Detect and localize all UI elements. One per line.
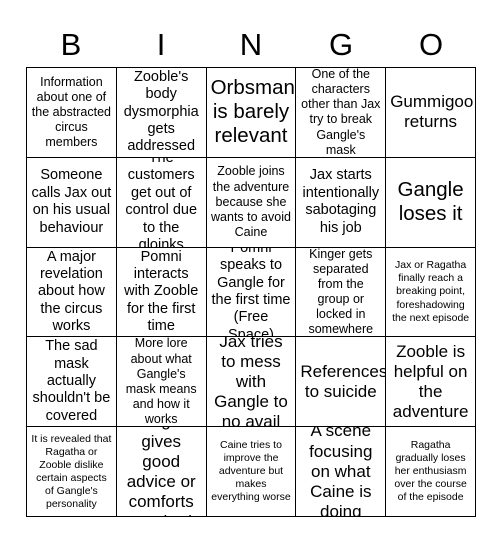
bingo-cell-text: Kinger gets separated from the group or … [308,247,374,337]
bingo-cell-text: References to suicide [300,361,387,401]
bingo-cell-text: A scene focusing on what Caine is doing [309,427,373,517]
bingo-cell-r1c5[interactable]: Gummigoo returns [386,68,476,158]
bingo-cell-text: The sad mask actually shouldn't be cover… [32,338,111,424]
bingo-cell-text: Jax or Ragatha finally reach a breaking … [392,259,470,324]
bingo-cell-text: Kinger gives good advice or comforts som… [122,427,200,516]
bingo-cell-text: Gangle loses it [397,178,464,226]
bingo-cell-text: A major revelation about how the circus … [37,248,105,335]
bingo-cell-r1c2[interactable]: Zooble's body dysmorphia gets addressed [116,68,207,158]
bingo-cell-r3c4[interactable]: Kinger gets separated from the group or … [296,247,387,338]
bingo-cell-r4c4[interactable]: References to suicide [296,337,387,428]
bingo-cell-r1c4[interactable]: One of the characters other than Jax try… [296,68,387,158]
bingo-cell-text: Information about one of the abstracted … [31,74,111,150]
bingo-cell-r5c3[interactable]: Caine tries to improve the adventure but… [206,427,297,517]
bingo-cell-text: Orbsman is barely relevant [210,76,295,148]
bingo-cell-r1c3[interactable]: Orbsman is barely relevant [206,68,297,158]
bingo-cell-text: Pomni speaks to Gangle for the first tim… [211,247,291,338]
bingo-cell-text: The customers get out of control due to … [125,157,198,248]
bingo-cell-text: Pomni interacts with Zooble for the firs… [124,248,199,335]
bingo-cell-text: Zooble is helpful on the adventure [392,341,469,421]
bingo-cell-r4c5[interactable]: Zooble is helpful on the adventure [386,337,476,428]
bingo-cell-r1c1[interactable]: Information about one of the abstracted … [27,68,117,158]
bingo-cell-text: Someone calls Jax out on his usual behav… [31,167,112,236]
bingo-cell-r3c1[interactable]: A major revelation about how the circus … [27,247,117,338]
bingo-cell-text: Zooble's body dysmorphia gets addressed [123,68,199,155]
bingo-cell-text: More lore about what Gangle's mask means… [125,337,197,427]
bingo-cell-r5c5[interactable]: Ragatha gradually loses her enthusiasm o… [386,427,476,517]
bingo-cell-r5c4[interactable]: A scene focusing on what Caine is doing [296,427,387,517]
bingo-cell-text: One of the characters other than Jax try… [301,68,381,157]
bingo-cell-text: Gummigoo returns [390,92,474,132]
bingo-cell-text: Jax starts intentionally sabotaging his … [302,167,380,236]
bingo-cell-r3c2[interactable]: Pomni interacts with Zooble for the firs… [116,247,207,338]
bingo-cell-text: It is revealed that Ragatha or Zooble di… [31,432,112,510]
bingo-header-letter-b: B [60,26,82,62]
bingo-cell-text: Ragatha gradually loses her enthusiasm o… [394,439,467,504]
bingo-cell-r5c1[interactable]: It is revealed that Ragatha or Zooble di… [27,427,117,517]
bingo-cell-r4c1[interactable]: The sad mask actually shouldn't be cover… [27,337,117,428]
bingo-header-letter-n: N [239,26,263,62]
bingo-card: B I N G O Information about one of the a… [0,0,500,544]
bingo-cell-r2c5[interactable]: Gangle loses it [386,157,476,248]
bingo-header-letter-g: G [328,26,354,62]
bingo-cell-text: Zooble joins the adventure because she w… [211,164,291,239]
bingo-cell-r3c3[interactable]: Pomni speaks to Gangle for the first tim… [206,247,297,338]
bingo-cell-r4c3[interactable]: Jax tries to mess with Gangle to no avai… [206,337,297,428]
bingo-cell-r3c5[interactable]: Jax or Ragatha finally reach a breaking … [386,247,476,338]
bingo-cell-r2c2[interactable]: The customers get out of control due to … [116,157,207,248]
bingo-cell-r2c3[interactable]: Zooble joins the adventure because she w… [206,157,297,248]
bingo-header-letter-o: O [418,26,444,62]
bingo-cell-r5c2[interactable]: Kinger gives good advice or comforts som… [116,427,207,517]
bingo-cell-r4c2[interactable]: More lore about what Gangle's mask means… [116,337,207,428]
bingo-cell-r2c4[interactable]: Jax starts intentionally sabotaging his … [296,157,387,248]
bingo-cell-text: Caine tries to improve the adventure but… [211,439,291,504]
bingo-header: B I N G O [26,22,476,66]
bingo-grid: Information about one of the abstracted … [26,67,476,517]
bingo-cell-r2c1[interactable]: Someone calls Jax out on his usual behav… [27,157,117,248]
bingo-cell-text: Jax tries to mess with Gangle to no avai… [214,337,288,428]
bingo-header-letter-i: I [156,26,166,62]
